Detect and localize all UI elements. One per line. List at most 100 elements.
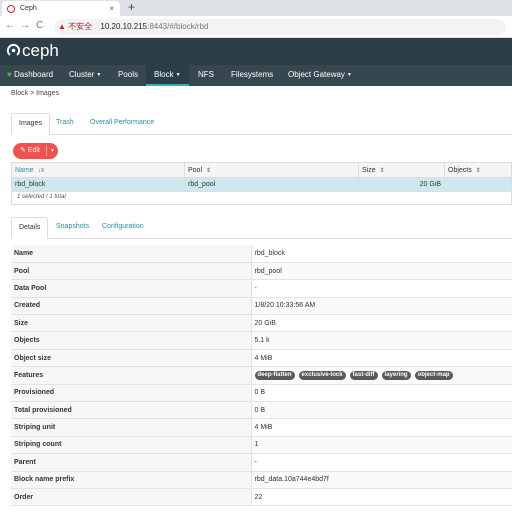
nav-label: Dashboard [13,70,54,79]
pencil-icon: ✎ [20,147,26,154]
tab-images[interactable]: Images [11,113,50,135]
caret-down-icon: ▼ [346,72,352,78]
column-header-objects[interactable]: Objects ⇕ [444,162,512,178]
detail-row: Object size 4 MiB [11,349,512,368]
heart-icon: ♥ [7,70,12,79]
detail-row: Block name prefix rbd_data.10a744e4bd7f [11,471,512,489]
detail-value: 0 B [251,401,512,420]
detail-key: Provisioned [11,384,252,403]
column-header-pool[interactable]: Pool ⇕ [184,162,359,178]
detail-row: Total provisioned 0 B [11,401,512,420]
nav-block[interactable]: Block ▼ [146,65,189,86]
sort-asc-icon: ↓≡ [37,167,45,174]
main-navbar: ♥ Dashboard Cluster ▼ Pools Block ▼ NFS Fi… [0,65,512,86]
split-divider [46,146,47,156]
sort-icon: ⇕ [475,167,481,174]
details-table: Name rbd_block Pool rbd_pool Data Pool - Cr… [11,245,512,507]
tab-snapshots[interactable]: Snapshots [49,217,96,238]
detail-value: 4 MiB [251,349,512,368]
detail-key: Features [11,366,252,385]
app-header: ceph [0,38,512,65]
cell-objects [444,177,512,192]
detail-tabs: Details Snapshots Configuration [11,217,512,239]
reload-icon[interactable]: C [36,19,43,33]
detail-value: 5.1 k [251,331,512,350]
detail-key: Size [11,314,252,333]
url-input[interactable]: ▲ 不安全 10.20.10.215:8443/#/block/rbd [54,19,506,35]
nav-label: Cluster [69,70,95,80]
new-tab-button[interactable]: + [128,0,135,15]
nav-filesystems[interactable]: Filesystems [228,65,276,86]
edit-button[interactable]: ✎ Edit ▼ [13,143,58,159]
detail-value: - [251,453,512,472]
feature-badge: object-map [414,370,453,380]
ceph-logo-icon [6,43,21,58]
detail-value: rbd_data.10a744e4bd7f [251,471,512,489]
feature-badge: deep-flatten [254,370,295,380]
features-list: deep-flatten exclusive-lock fast-diff layer… [251,366,512,385]
breadcrumb: Block > Images [11,90,59,97]
detail-row: Order 22 [11,488,512,507]
detail-row: Provisioned 0 B [11,384,512,403]
detail-row: Name rbd_block [11,245,512,263]
feature-badge: exclusive-lock [298,370,346,380]
detail-value: 4 MiB [251,418,512,437]
breadcrumb-parent[interactable]: Block [11,90,28,97]
caret-down-icon: ▼ [175,72,181,78]
globe-icon [7,5,15,13]
breadcrumb-current: Images [36,90,60,97]
warning-icon: ▲ [58,22,66,31]
close-icon[interactable]: × [109,1,114,16]
url-host: 10.20.10.215 [100,22,148,31]
detail-key: Objects [11,331,252,350]
cell-name[interactable]: rbd_block [11,177,185,192]
edit-label: Edit [27,147,40,154]
detail-row: Striping count 1 [11,436,512,455]
insecure-label[interactable]: 不安全 [68,22,92,31]
caret-down-icon: ▼ [96,72,102,78]
detail-row: Created 1/8/20 10:33:56 AM [11,297,512,316]
images-table: Name ↓≡ Pool ⇕ Size ⇕ Objects ⇕ rbd_block rb… [11,162,512,192]
nav-cluster[interactable]: Cluster ▼ [66,65,104,86]
nav-dashboard[interactable]: ♥ Dashboard [4,65,56,86]
sort-icon: ⇕ [379,167,385,174]
tab-details[interactable]: Details [11,217,49,239]
feature-badge: layering [381,370,411,380]
detail-key: Pool [11,262,252,281]
detail-row: Parent - [11,453,512,472]
feature-badge: fast-diff [349,370,378,380]
back-icon[interactable]: ← [5,19,15,33]
detail-key: Total provisioned [11,401,252,420]
detail-value: 20 GiB [251,314,512,333]
forward-icon[interactable]: → [20,19,30,33]
detail-row: Objects 5.1 k [11,331,512,350]
browser-tab[interactable]: Ceph × [2,1,120,16]
nav-label: Filesystems [231,70,274,79]
column-header-name[interactable]: Name ↓≡ [11,162,185,178]
detail-key: Striping unit [11,418,252,437]
detail-row: Pool rbd_pool [11,262,512,281]
detail-value: 1/8/20 10:33:56 AM [251,297,512,316]
caret-down-icon[interactable]: ▼ [50,143,55,159]
tab-configuration[interactable]: Configuration [95,217,151,238]
breadcrumb-separator: > [30,90,35,97]
nav-object-gateway[interactable]: Object Gateway ▼ [285,65,355,86]
detail-row: Features deep-flatten exclusive-lock fast-… [11,366,512,385]
detail-value: 1 [251,436,512,455]
detail-value: rbd_block [251,245,512,263]
detail-value: 22 [251,488,512,507]
detail-key: Object size [11,349,252,368]
tab-trash[interactable]: Trash [49,113,81,134]
nav-label: Object Gateway [288,70,345,80]
nav-nfs[interactable]: NFS [195,65,217,86]
nav-pools[interactable]: Pools [115,65,141,86]
detail-value: - [251,279,512,298]
detail-row: Data Pool - [11,279,512,298]
tab-overall-performance[interactable]: Overall Performance [83,113,161,134]
column-header-size[interactable]: Size ⇕ [358,162,445,178]
brand-name: ceph [22,41,59,60]
table-row[interactable]: rbd_block rbd_pool 20 GiB [11,177,512,192]
detail-key: Order [11,488,252,507]
detail-key: Block name prefix [11,471,252,489]
nav-label: Block [154,70,174,80]
